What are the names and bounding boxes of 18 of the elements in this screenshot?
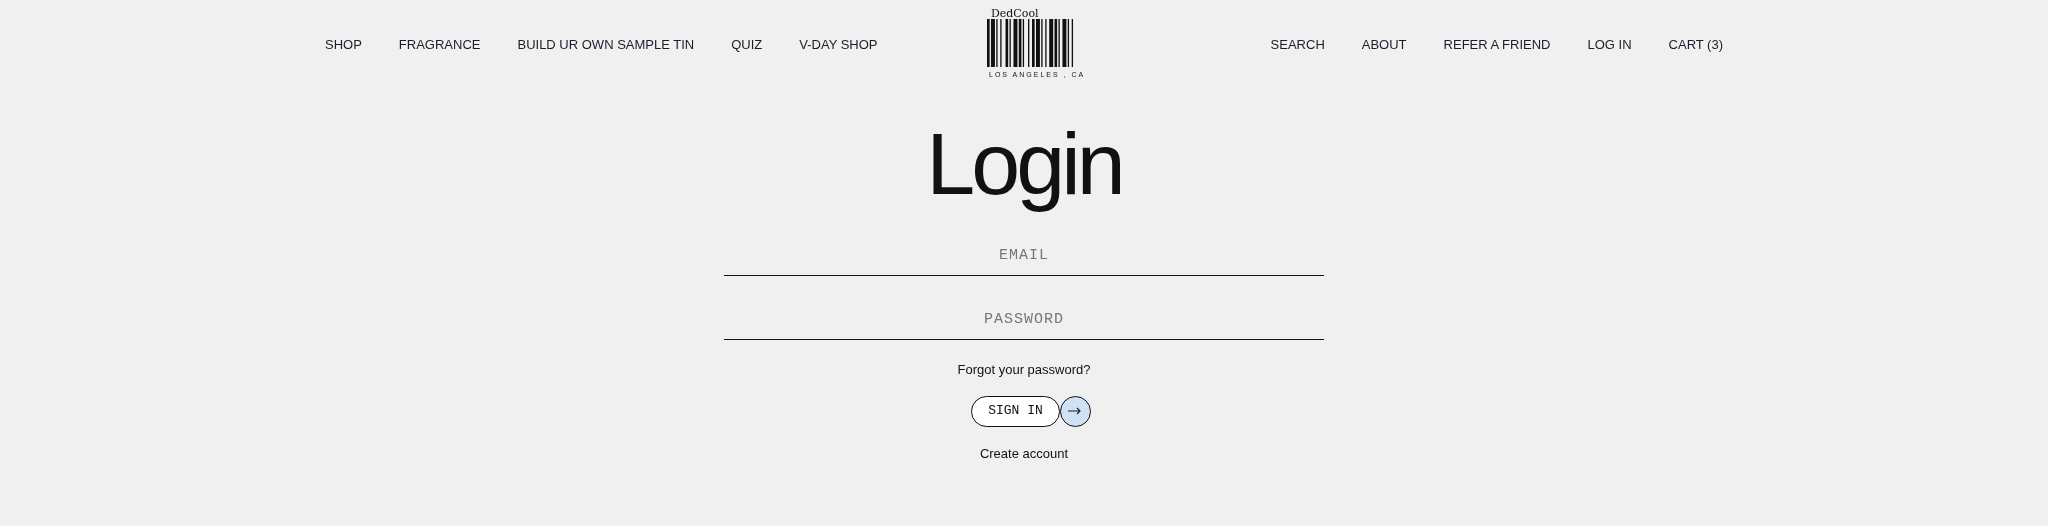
arrow-right-icon xyxy=(1068,407,1083,415)
nav-link[interactable]: V-DAY SHOP xyxy=(799,35,878,55)
nav-link[interactable]: FRAGRANCE xyxy=(398,35,481,55)
nav-link[interactable]: SHOP xyxy=(325,35,362,55)
logo-wordmark: DedCool xyxy=(991,8,1039,19)
nav-link[interactable]: LOG IN xyxy=(1587,35,1632,55)
sign-in-button[interactable]: SIGN IN xyxy=(971,395,1060,427)
nav-link[interactable]: REFER A FRIEND xyxy=(1443,35,1551,55)
create-account-link[interactable]: Create account xyxy=(979,443,1069,463)
arrow-button[interactable] xyxy=(1059,395,1091,427)
input-field[interactable]: EMAIL xyxy=(724,236,1324,276)
nav-link[interactable]: BUILD UR OWN SAMPLE TIN xyxy=(517,35,695,55)
nav-link[interactable]: SEARCH xyxy=(1270,35,1325,55)
nav-link[interactable]: CART (3) xyxy=(1668,35,1723,55)
forgot-password-link[interactable]: Forgot your password? xyxy=(957,360,1091,380)
nav-link[interactable]: QUIZ xyxy=(731,35,763,55)
input-field[interactable]: PASSWORD xyxy=(724,300,1324,340)
nav-link[interactable]: ABOUT xyxy=(1361,35,1407,55)
